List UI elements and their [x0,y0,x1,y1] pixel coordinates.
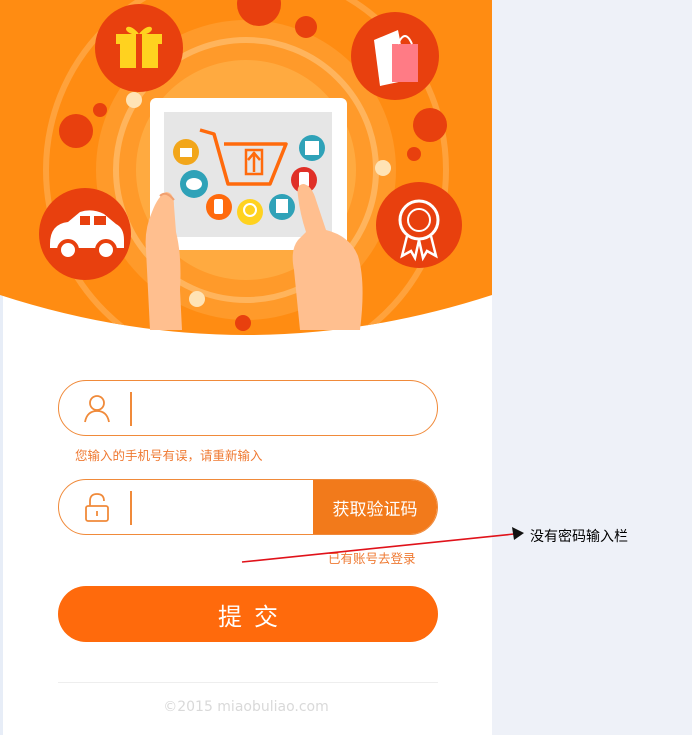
gift-icon [95,4,183,92]
footer-divider [58,682,438,683]
copyright-text: ©2015 miaobuliao.com [163,699,329,715]
phone-field[interactable] [58,380,438,436]
phone-input[interactable] [137,389,311,429]
user-icon [84,395,110,423]
verification-code-field[interactable]: 获取验证码 [58,479,438,535]
get-code-button[interactable]: 获取验证码 [313,480,437,534]
lock-icon [85,493,109,522]
shopping-bag-icon [351,12,439,100]
verification-code-input[interactable] [137,488,311,528]
mobile-screen: 您输入的手机号有误，请重新输入 获取验证码 已有账号去登录 提交 ©2015 m… [0,0,492,735]
phone-error-message: 您输入的手机号有误，请重新输入 [75,448,263,463]
submit-button[interactable]: 提交 [58,586,438,642]
text-cursor [130,491,132,525]
text-cursor [130,392,132,426]
award-ribbon-icon [376,182,462,268]
annotation-label: 没有密码输入栏 [530,529,628,545]
login-link[interactable]: 已有账号去登录 [328,548,416,567]
hero-illustration [0,0,492,345]
car-icon [39,188,131,280]
